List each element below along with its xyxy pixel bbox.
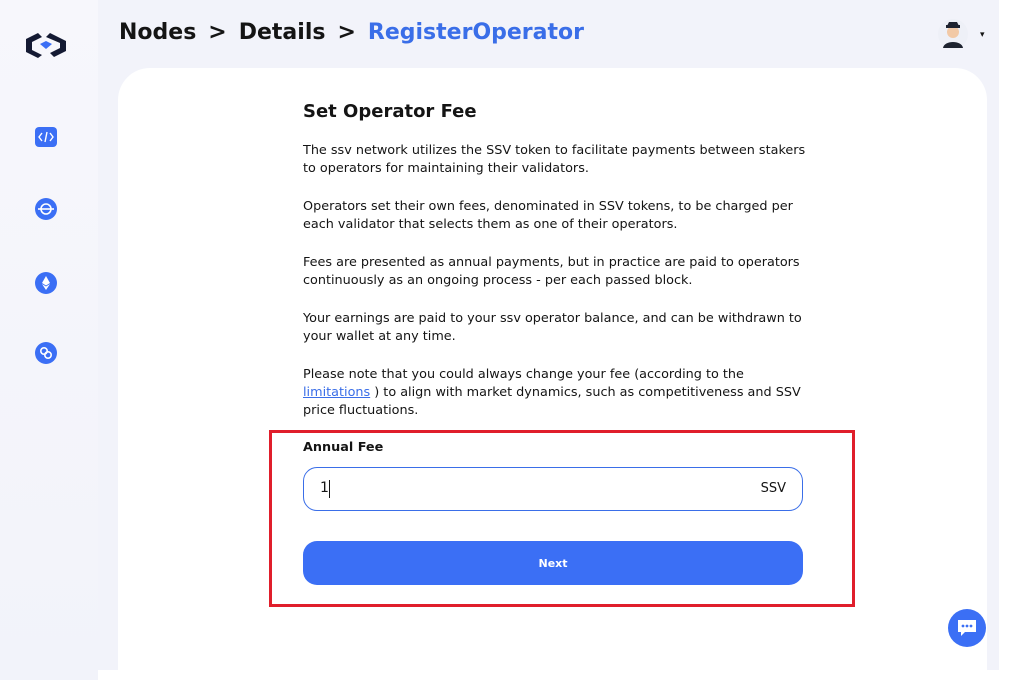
- info-paragraph: The ssv network utilizes the SSV token t…: [303, 143, 806, 176]
- link-icon: [35, 342, 57, 364]
- avatar[interactable]: [938, 18, 968, 50]
- info-paragraph: Operators set their own fees, denominate…: [303, 199, 793, 232]
- fee-note-paragraph: Please note that you could always change…: [303, 366, 813, 420]
- chat-button[interactable]: [948, 609, 986, 647]
- info-paragraph: Fees are presented as annual payments, b…: [303, 255, 800, 288]
- breadcrumb-item-details[interactable]: Details: [239, 20, 326, 45]
- sidebar: [0, 0, 98, 680]
- sidebar-item-ethereum[interactable]: [35, 272, 57, 294]
- ssv-logo[interactable]: [20, 25, 72, 65]
- note-text: Please note that you could always change…: [303, 367, 744, 382]
- code-icon: [35, 127, 57, 147]
- breadcrumb: Nodes > Details > RegisterOperator: [119, 16, 584, 48]
- sidebar-item-links[interactable]: [35, 342, 57, 364]
- breadcrumb-current: RegisterOperator: [367, 19, 584, 45]
- fee-info-section: Set Operator Fee The ssv network utilize…: [303, 96, 813, 418]
- ethereum-icon: [35, 272, 57, 294]
- page-title: Set Operator Fee: [303, 101, 477, 122]
- breadcrumb-separator: >: [208, 19, 227, 45]
- info-paragraph: Your earnings are paid to your ssv opera…: [303, 311, 802, 344]
- limitations-link[interactable]: limitations: [303, 385, 370, 400]
- highlight-box: [269, 430, 855, 607]
- sidebar-item-code[interactable]: [35, 126, 57, 148]
- breadcrumb-item-nodes[interactable]: Nodes: [119, 20, 196, 45]
- breadcrumb-separator: >: [337, 19, 356, 45]
- chevron-down-icon[interactable]: ▾: [980, 30, 985, 40]
- note-text: ) to align with market dynamics, such as…: [303, 385, 801, 418]
- chat-icon: [958, 620, 976, 636]
- node-icon: [35, 198, 57, 220]
- sidebar-item-nodes[interactable]: [35, 198, 57, 220]
